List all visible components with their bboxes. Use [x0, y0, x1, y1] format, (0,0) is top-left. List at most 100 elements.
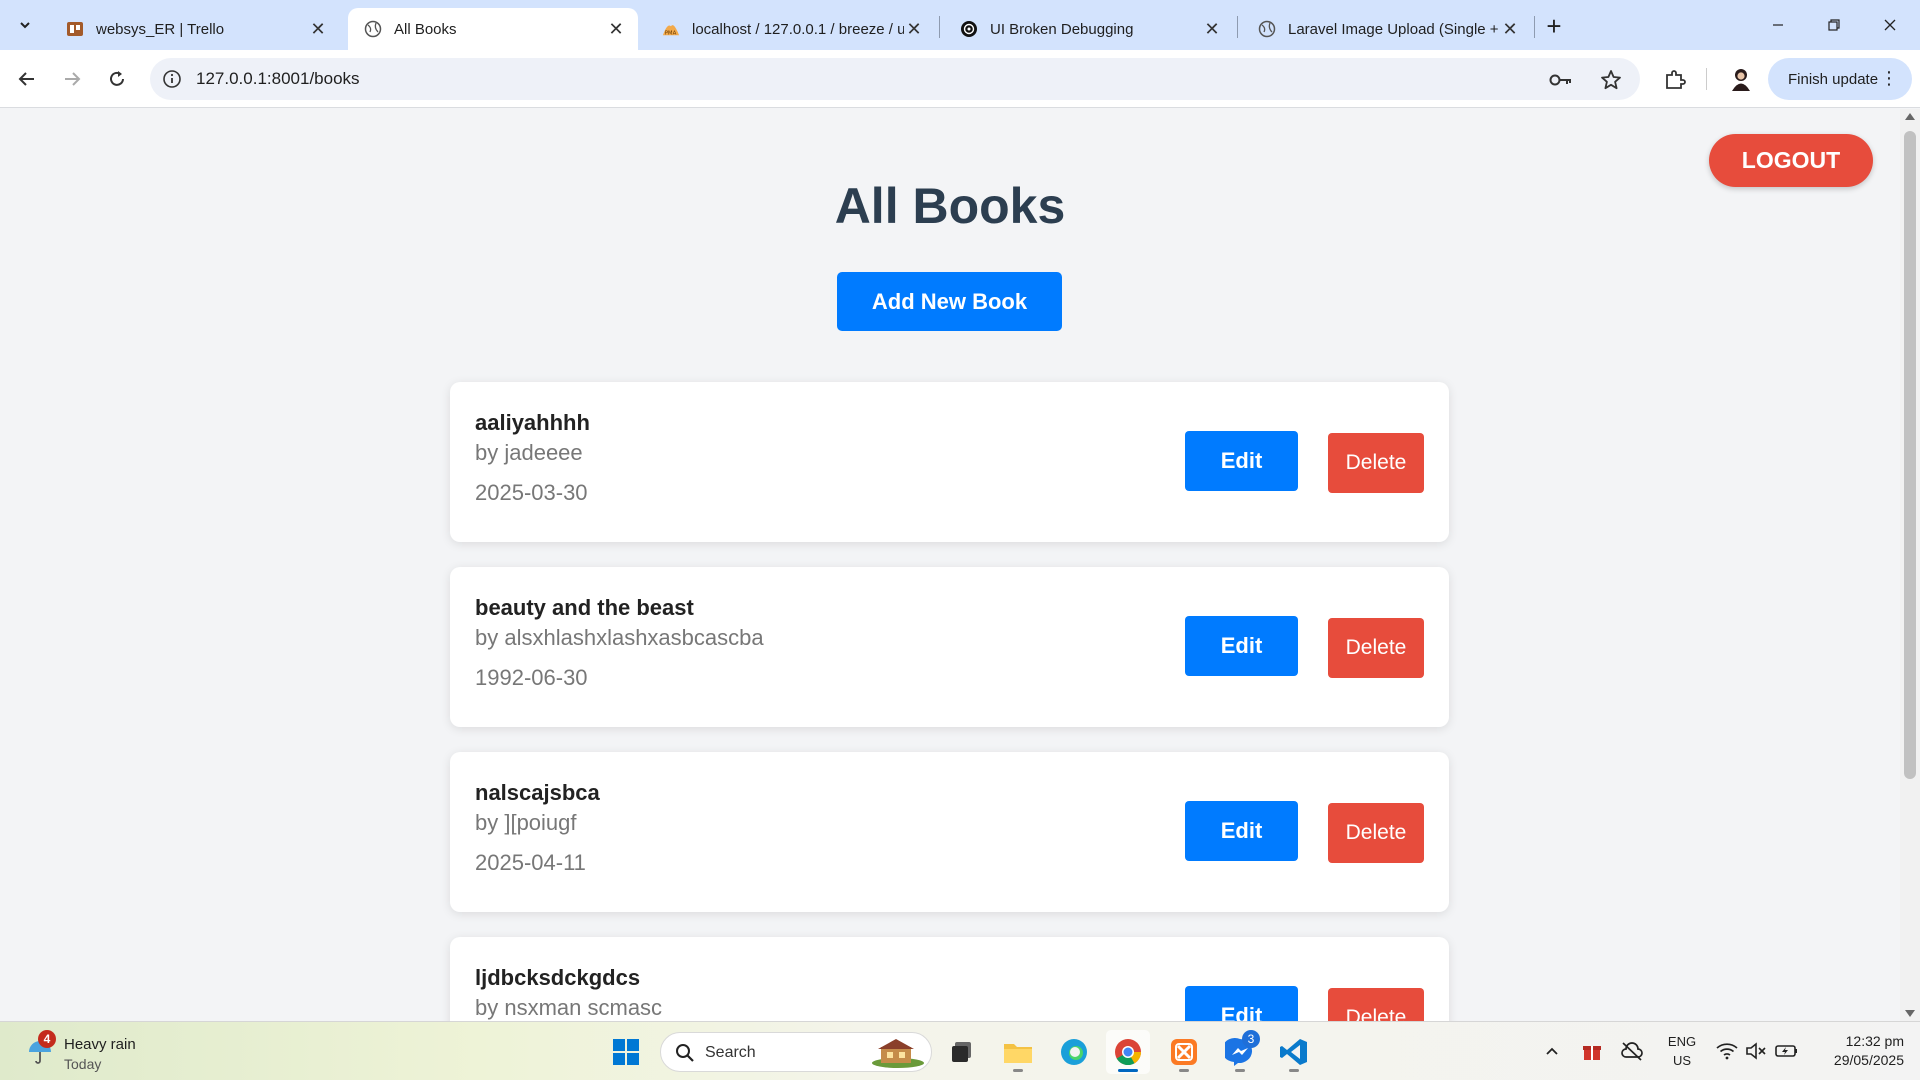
- scroll-up-icon[interactable]: [1905, 113, 1915, 120]
- book-date: 2025-04-11: [475, 850, 586, 875]
- delete-button[interactable]: Delete: [1328, 618, 1424, 678]
- running-indicator: [1118, 1069, 1138, 1072]
- vscode-icon: [1280, 1039, 1307, 1065]
- tab-search-button[interactable]: [8, 8, 42, 42]
- show-hidden-icons-button[interactable]: [1539, 1038, 1565, 1064]
- info-icon[interactable]: [162, 69, 182, 89]
- weather-widget[interactable]: 4 Heavy rain Today: [22, 1030, 192, 1074]
- tab-separator: [1534, 16, 1535, 38]
- chatgpt-icon: [960, 20, 978, 38]
- volume-status[interactable]: [1743, 1038, 1769, 1064]
- tab-title: websys_ER | Trello: [96, 20, 225, 38]
- close-icon[interactable]: ✕: [606, 19, 626, 39]
- scroll-down-icon[interactable]: [1905, 1010, 1915, 1017]
- add-new-book-button[interactable]: Add New Book: [837, 272, 1062, 331]
- battery-charging-icon: [1775, 1045, 1797, 1057]
- vscode-button[interactable]: [1272, 1030, 1316, 1074]
- book-card: ljdbcksdckgdcs by nsxman scmasc Edit Del…: [450, 937, 1449, 1021]
- reload-button[interactable]: [100, 62, 134, 96]
- close-window-button[interactable]: [1862, 0, 1918, 50]
- restore-button[interactable]: [1806, 0, 1862, 50]
- book-date: 2025-03-30: [475, 480, 588, 505]
- delete-button[interactable]: Delete: [1328, 433, 1424, 493]
- taskbar-search[interactable]: Search: [660, 1032, 932, 1072]
- globe-icon: [1258, 20, 1276, 38]
- tab-phpmyadmin[interactable]: PMA localhost / 127.0.0.1 / breeze / u ✕: [646, 8, 936, 50]
- scrollbar-thumb[interactable]: [1904, 131, 1916, 779]
- book-card: beauty and the beast by alsxhlashxlashxa…: [450, 567, 1449, 727]
- clock-date: 29/05/2025: [1833, 1052, 1904, 1068]
- forward-button[interactable]: [55, 62, 89, 96]
- wifi-icon: [1716, 1043, 1738, 1060]
- edit-button[interactable]: Edit: [1185, 986, 1298, 1021]
- messenger-button[interactable]: 3: [1218, 1030, 1262, 1074]
- clock-time: 12:32 pm: [1845, 1033, 1904, 1049]
- tab-title: localhost / 127.0.0.1 / breeze / u: [692, 20, 904, 38]
- tab-laravel-image-upload[interactable]: Laravel Image Upload (Single + ✕: [1242, 8, 1532, 50]
- battery-status[interactable]: [1774, 1038, 1800, 1064]
- close-icon[interactable]: ✕: [904, 19, 924, 39]
- close-icon[interactable]: ✕: [1500, 19, 1520, 39]
- region-code: US: [1672, 1053, 1692, 1068]
- delete-button[interactable]: Delete: [1328, 988, 1424, 1021]
- running-indicator: [1179, 1069, 1189, 1072]
- book-author: by alsxhlashxlashxasbcascba: [475, 625, 764, 650]
- tab-strip: websys_ER | Trello ✕ All Books ✕ PMA loc…: [0, 0, 1920, 50]
- onedrive-status[interactable]: [1619, 1038, 1645, 1064]
- edge-button[interactable]: [1052, 1030, 1096, 1074]
- edit-button[interactable]: Edit: [1185, 801, 1298, 861]
- password-key-icon[interactable]: [1548, 67, 1574, 93]
- profile-avatar[interactable]: [1724, 62, 1758, 96]
- running-indicator: [1013, 1069, 1023, 1072]
- running-indicator: [1289, 1069, 1299, 1072]
- chrome-button[interactable]: [1106, 1030, 1150, 1074]
- address-bar[interactable]: 127.0.0.1:8001/books: [150, 58, 1640, 100]
- avatar-icon: [1732, 69, 1750, 91]
- tab-all-books[interactable]: All Books ✕: [348, 8, 638, 50]
- search-placeholder: Search: [705, 1044, 756, 1061]
- file-explorer-button[interactable]: [996, 1030, 1040, 1074]
- bookmark-star-icon[interactable]: [1598, 67, 1624, 93]
- finish-update-button[interactable]: Finish update ⋮: [1768, 58, 1912, 100]
- task-view-button[interactable]: [940, 1030, 984, 1074]
- book-card: nalscajsbca by ][poiugf 2025-04-11 Edit …: [450, 752, 1449, 912]
- close-icon[interactable]: ✕: [1202, 19, 1222, 39]
- minimize-button[interactable]: [1750, 0, 1806, 50]
- restore-icon: [1828, 19, 1840, 31]
- start-button[interactable]: [604, 1030, 648, 1074]
- close-icon[interactable]: ✕: [308, 19, 328, 39]
- puzzle-icon: [1666, 70, 1686, 89]
- browser-toolbar: 127.0.0.1:8001/books Finish update ⋮: [0, 50, 1920, 108]
- clock[interactable]: 12:32 pm 29/05/2025: [1810, 1032, 1904, 1070]
- arrow-left-icon: [18, 72, 34, 86]
- tab-title: UI Broken Debugging: [990, 20, 1134, 38]
- book-date: 1992-06-30: [475, 665, 588, 690]
- book-title: beauty and the beast: [475, 595, 694, 620]
- language-indicator[interactable]: ENG US: [1664, 1032, 1700, 1070]
- page-scrollbar[interactable]: [1900, 109, 1920, 1021]
- wifi-status[interactable]: [1714, 1038, 1740, 1064]
- windows-icon: [613, 1039, 639, 1065]
- trello-icon: [66, 20, 84, 38]
- new-tab-button[interactable]: +: [1538, 10, 1570, 42]
- page-viewport: LOGOUT All Books Add New Book aaliyahhhh…: [0, 109, 1900, 1021]
- tab-title: All Books: [394, 20, 457, 38]
- edit-button[interactable]: Edit: [1185, 431, 1298, 491]
- delete-button[interactable]: Delete: [1328, 803, 1424, 863]
- xampp-button[interactable]: [1162, 1030, 1206, 1074]
- task-view-icon: [952, 1042, 971, 1062]
- tray-app-icon[interactable]: [1579, 1038, 1605, 1064]
- weather-condition: Heavy rain: [64, 1036, 136, 1053]
- tab-ui-broken-debugging[interactable]: UI Broken Debugging ✕: [944, 8, 1234, 50]
- weather-when: Today: [64, 1056, 102, 1072]
- tab-trello[interactable]: websys_ER | Trello ✕: [50, 8, 340, 50]
- extensions-button[interactable]: [1658, 62, 1692, 96]
- search-highlight-icon: [872, 1039, 924, 1068]
- back-button[interactable]: [10, 62, 44, 96]
- book-card: aaliyahhhh by jadeeee 2025-03-30 Edit De…: [450, 382, 1449, 542]
- more-menu-icon[interactable]: ⋮: [1880, 69, 1898, 87]
- url-text[interactable]: 127.0.0.1:8001/books: [196, 69, 360, 89]
- tab-separator: [939, 16, 940, 38]
- tab-title: Laravel Image Upload (Single +: [1288, 20, 1499, 38]
- edit-button[interactable]: Edit: [1185, 616, 1298, 676]
